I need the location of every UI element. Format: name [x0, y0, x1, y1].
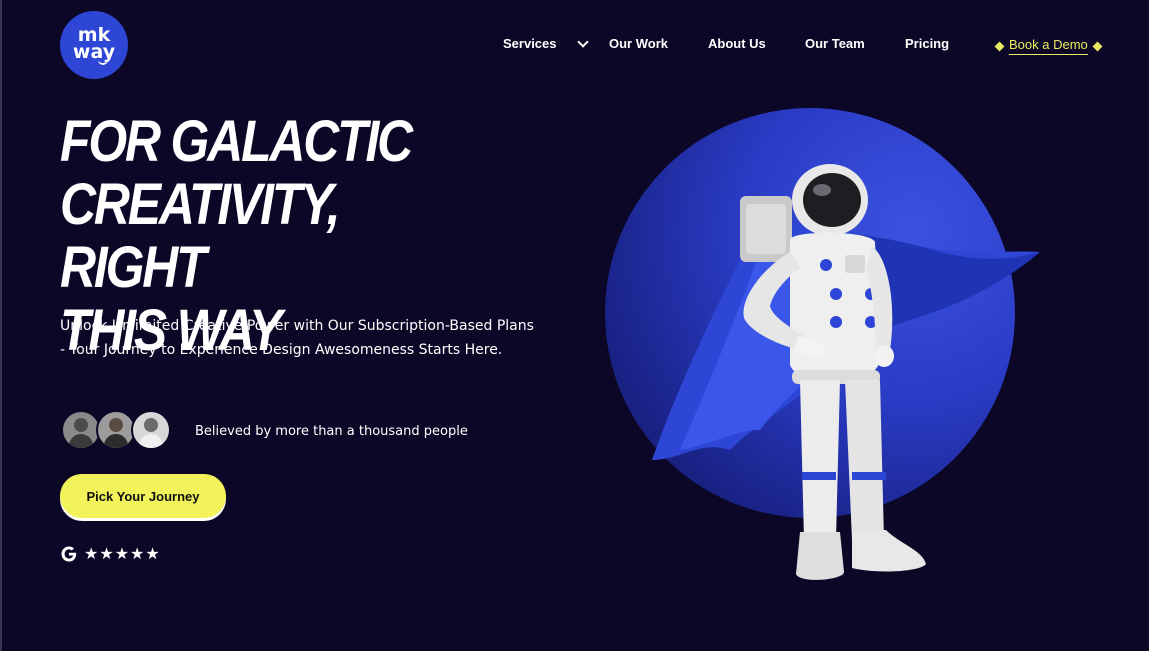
- logo-line-2: way: [72, 40, 116, 63]
- book-demo-link[interactable]: Book a Demo: [994, 37, 1103, 55]
- astronaut-illustration: [652, 164, 1040, 580]
- hero-title-line-2: CREATIVITY, RIGHT: [60, 172, 341, 300]
- star-rating: ★★★★★: [84, 544, 161, 563]
- avatar: [96, 410, 136, 450]
- hero-subtitle: Unlock Unlimited Creative Power with Our…: [60, 318, 534, 358]
- nav-pricing[interactable]: Pricing: [905, 36, 949, 51]
- logo-smile-icon: [98, 59, 108, 65]
- nav-our-team[interactable]: Our Team: [805, 36, 865, 51]
- chevron-down-icon[interactable]: [577, 36, 589, 48]
- nav-about-us[interactable]: About Us: [708, 36, 766, 51]
- social-proof-text: Believed by more than a thousand people: [195, 424, 468, 439]
- hero-title-line-1: FOR GALACTIC: [60, 109, 413, 174]
- customer-avatars: [61, 410, 181, 450]
- google-icon: [61, 546, 77, 561]
- diamond-icon: [994, 41, 1005, 51]
- nav-our-work[interactable]: Our Work: [609, 36, 668, 51]
- pick-your-journey-button[interactable]: Pick Your Journey: [60, 474, 226, 518]
- book-demo-label: Book a Demo: [1009, 37, 1088, 55]
- avatar: [61, 410, 101, 450]
- google-rating: ★★★★★: [60, 544, 161, 563]
- nav-services[interactable]: Services: [503, 36, 557, 51]
- window-edge: [0, 0, 2, 651]
- avatar: [131, 410, 171, 450]
- diamond-icon: [1092, 41, 1103, 51]
- mkway-logo[interactable]: mk way: [60, 11, 128, 79]
